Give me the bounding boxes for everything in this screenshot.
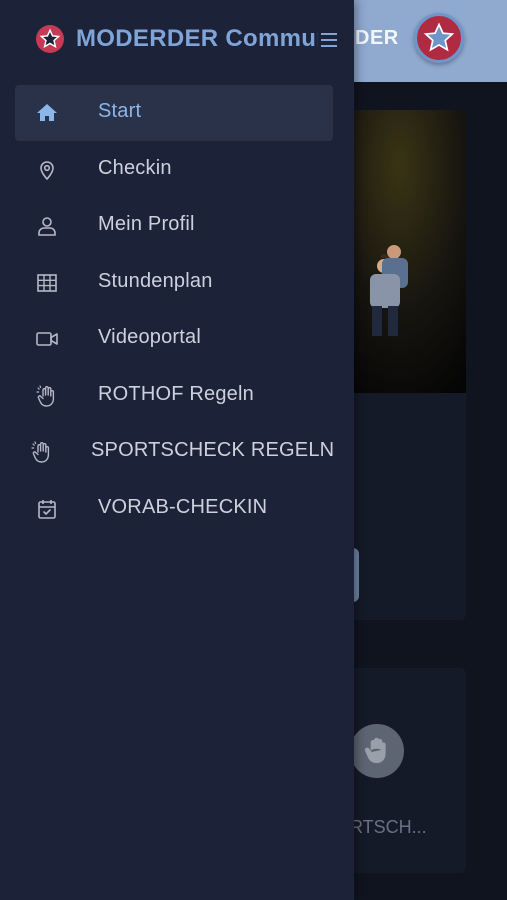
nav-item-start[interactable]: Start xyxy=(15,85,333,141)
raised-hand-icon xyxy=(31,441,50,463)
nav-label: Stundenplan xyxy=(98,270,213,292)
nav-item-checkin[interactable]: Checkin xyxy=(15,142,333,198)
nav-label: SPORTSCHECK REGELN xyxy=(91,439,335,461)
nav-item-stundenplan[interactable]: Stundenplan xyxy=(15,255,333,311)
star-logo-icon[interactable] xyxy=(414,13,464,63)
nav-label: ROTHOF Regeln xyxy=(98,383,254,405)
nav-label: Checkin xyxy=(98,157,172,179)
nav-item-rothof-regeln[interactable]: ROTHOF Regeln xyxy=(15,368,333,424)
people-image xyxy=(370,245,408,336)
star-logo-icon xyxy=(36,25,64,53)
raised-hand-icon[interactable] xyxy=(350,724,404,778)
app-screen: DER RTSCH... MODERDER Commu Start Checki… xyxy=(0,0,507,900)
navigation-drawer: MODERDER Community Start Checkin Mein P xyxy=(0,0,354,900)
hamburger-menu-icon[interactable] xyxy=(318,28,342,52)
drawer-title: MODERDER Community xyxy=(76,25,318,52)
nav-item-sportscheck-regeln[interactable]: SPORTSCHECK REGELN xyxy=(15,424,335,480)
video-camera-icon xyxy=(36,332,58,346)
background-topbar-title: DER xyxy=(355,27,399,49)
background-card-label: RTSCH... xyxy=(350,817,427,837)
table-grid-icon xyxy=(37,274,57,292)
nav-label: VORAB-CHECKIN xyxy=(98,496,268,518)
home-icon xyxy=(37,104,57,121)
map-pin-icon xyxy=(40,161,54,181)
nav-item-videoportal[interactable]: Videoportal xyxy=(15,311,333,367)
calendar-check-icon xyxy=(38,500,56,519)
drawer-header: MODERDER Community xyxy=(0,0,354,80)
nav-label: Videoportal xyxy=(98,326,202,348)
user-icon xyxy=(38,217,56,236)
nav-item-mein-profil[interactable]: Mein Profil xyxy=(15,198,333,254)
nav-label: Start xyxy=(98,100,142,122)
raised-hand-icon xyxy=(36,385,55,407)
nav-label: Mein Profil xyxy=(98,213,195,235)
nav-item-vorab-checkin[interactable]: VORAB-CHECKIN xyxy=(15,481,333,537)
